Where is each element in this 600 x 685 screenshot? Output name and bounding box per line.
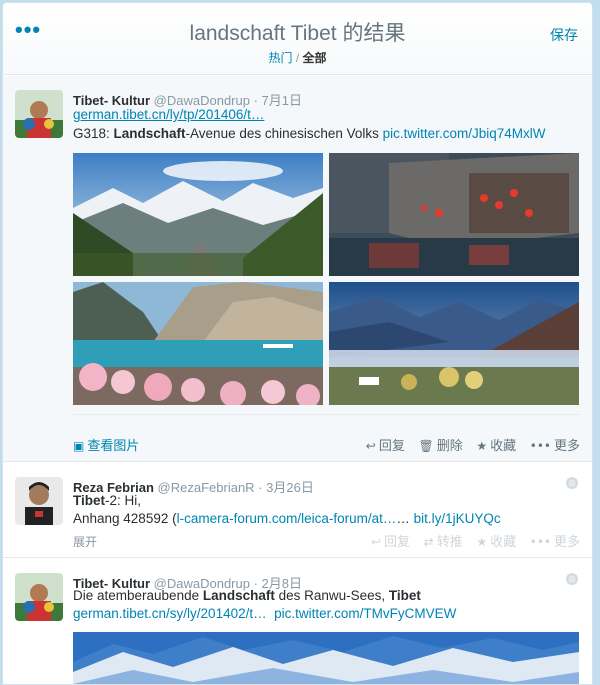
text: … [396,511,414,526]
tweet-text-line: Tibet-2: Hi, [73,493,141,508]
page-title: landschaft Tibet 的结果 [3,17,592,47]
tab-top[interactable]: 热门 [268,51,292,65]
url-link[interactable]: german.tibet.cn/sy/ly/201402/t… [73,606,267,621]
reply-label: 回复 [378,438,405,453]
text: G318: [73,126,114,141]
text: -2: Hi, [105,493,142,508]
delete-button[interactable]: 🗑 删除 [418,438,462,453]
favorite-label: 收藏 [490,438,517,453]
tweet-actions: ↩ 回复 ⇄ 转推 ★ 收藏 ••• 更多 [73,463,580,549]
avatar[interactable] [15,90,63,138]
text-highlight: Landschaft [113,126,186,141]
star-icon: ★ [476,535,488,549]
more-dots-icon: ••• [529,535,551,549]
search-header: ••• landschaft Tibet 的结果 热门 / 全部 保存 [3,3,592,75]
star-icon: ★ [476,439,488,453]
text: Anhang 428592 ( [73,511,177,526]
delete-label: 删除 [436,438,463,453]
retweet-button[interactable]: ⇄ 转推 [424,534,463,549]
tweet[interactable]: Tibet- Kultur @DawaDondrup · 7月1日 german… [3,76,592,462]
reply-button[interactable]: ↩ 回复 [366,438,405,453]
text: -Avenue des chinesischen Volks [185,126,383,141]
pic-link[interactable]: pic.twitter.com/Jbiq74MxlW [383,126,546,141]
search-results-panel: ••• landschaft Tibet 的结果 热门 / 全部 保存 Tibe… [2,2,593,685]
timestamp[interactable]: · 7月1日 [254,93,302,108]
favorite-label: 收藏 [490,534,517,549]
user-handle[interactable]: @DawaDondrup [154,93,250,108]
more-label: 更多 [553,438,580,453]
title-suffix: 的结果 [336,22,406,45]
text-highlight: Tibet [73,493,106,508]
photo-misty-valley[interactable] [329,282,579,405]
text-highlight: Landschaft [202,588,275,603]
text: Die atemberaubende [73,588,203,603]
tweet-text-line: G318: Landschaft-Avenue des chinesischen… [73,126,545,141]
more-button[interactable]: ••• 更多 [530,534,580,549]
action-buttons: ↩ 回复 ⇄ 转推 ★ 收藏 ••• 更多 [361,531,580,550]
tab-all[interactable]: 全部 [303,51,327,65]
photo-water-village[interactable] [329,153,579,276]
tweet-text-line: german.tibet.cn/sy/ly/201402/t… pic.twit… [73,606,456,621]
favorite-button[interactable]: ★ 收藏 [476,438,516,453]
retweet-icon: ⇄ [423,535,434,549]
url-link[interactable]: german.tibet.cn/ly/tp/201406/t… [73,107,264,122]
search-query: landschaft Tibet [189,22,337,45]
url-link[interactable]: bit.ly/1jKUYQc [414,511,501,526]
photo-lake-blossoms[interactable] [73,282,323,405]
tab-separator: / [292,51,303,65]
photo-icon: ▣ [73,439,85,453]
tweet[interactable]: ◎ Reza Febrian @RezaFebrianR · 3月26日 Tib… [3,463,592,558]
conversation-icon: ◎ [566,573,578,585]
more-button[interactable]: ••• 更多 [530,438,580,453]
favorite-button[interactable]: ★ 收藏 [476,534,516,549]
view-photos-button[interactable]: ▣ 查看图片 [73,435,139,454]
view-photos-label: 查看图片 [87,438,140,453]
user-name[interactable]: Tibet- Kultur [73,93,150,108]
tweet[interactable]: ◎ Tibet- Kultur @DawaDondrup · 2月8日 Die … [3,559,592,684]
tweet-actions: ▣ 查看图片 ↩ 回复 🗑 删除 ★ 收藏 ••• 更多 [73,431,580,455]
pic-link[interactable]: pic.twitter.com/TMvFyCMVEW [274,606,456,621]
avatar[interactable] [15,573,63,621]
tweet-text-line: german.tibet.cn/ly/tp/201406/t… [73,107,264,122]
more-label: 更多 [553,534,580,549]
reply-label: 回复 [384,534,411,549]
text: des Ranwu-Sees, [274,588,389,603]
result-filter-tabs: 热门 / 全部 [3,49,592,66]
avatar[interactable] [15,477,63,525]
reply-icon: ↩ [365,439,376,453]
save-button[interactable]: 保存 [550,25,578,45]
photo-grid [73,153,579,405]
photo-mountain-road[interactable] [73,153,323,276]
tweet-text-line: Die atemberaubende Landschaft des Ranwu-… [73,588,421,603]
retweet-label: 转推 [436,534,463,549]
url-link[interactable]: l-camera-forum.com/leica-forum/at… [177,511,397,526]
text-highlight: Tibet [388,588,421,603]
tweet-text-line: Anhang 428592 (l-camera-forum.com/leica-… [73,511,501,526]
action-buttons: ↩ 回复 🗑 删除 ★ 收藏 ••• 更多 [356,435,580,454]
reply-button[interactable]: ↩ 回复 [371,534,410,549]
photo-snow-mountains[interactable] [73,632,579,684]
more-dots-icon: ••• [529,439,551,453]
expand-button[interactable]: 展开 [73,533,97,550]
trash-icon: 🗑 [418,439,434,453]
reply-icon: ↩ [370,535,381,549]
divider [73,414,580,415]
